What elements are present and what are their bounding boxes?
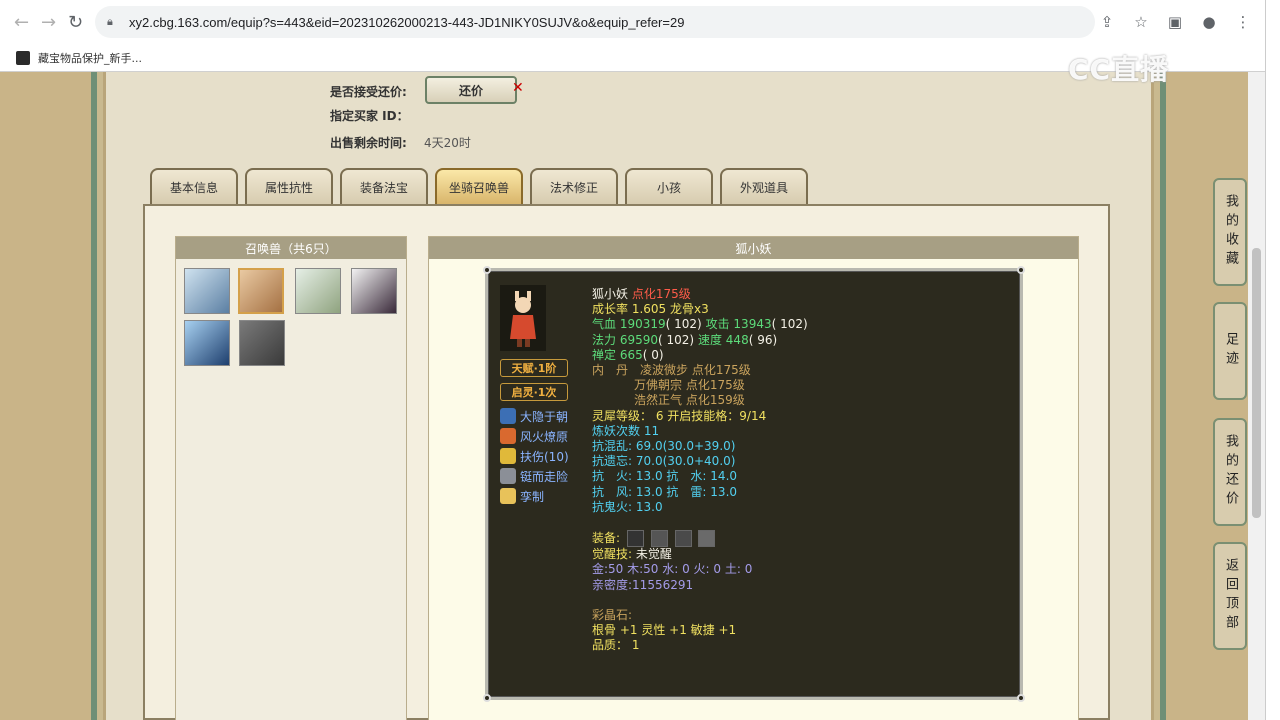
- remaining-time-label: 出售剩余时间:: [330, 136, 407, 150]
- share-icon[interactable]: ⇪: [1095, 10, 1119, 34]
- my-favorites-button[interactable]: 我的收藏: [1213, 178, 1247, 286]
- neidan-line: 内 丹 凌波微步 点化175级: [592, 363, 751, 378]
- page-scrollbar[interactable]: [1248, 72, 1265, 720]
- pet-thumbnail[interactable]: [184, 268, 230, 314]
- skill-icon: [500, 488, 516, 504]
- mp-spd-line: 法力 69590( 102) 速度 448( 96): [592, 332, 778, 347]
- resist-ghost-line: 抗鬼火: 13.0: [592, 499, 663, 514]
- tab-content: 召唤兽（共6只） 狐小妖 天赋·1阶 启灵·1次 大隐于朝 风火燎原 扶伤(10…: [143, 204, 1110, 720]
- pet-thumbnail-selected[interactable]: [238, 268, 284, 314]
- profile-icon[interactable]: ●: [1197, 10, 1221, 34]
- resist-wind-thunder-line: 抗 风: 13.0 抗 雷: 13.0: [592, 484, 738, 499]
- corner-ornament-icon: [483, 694, 491, 702]
- bookmark-favicon-icon: [16, 50, 30, 65]
- skill-icon: [500, 428, 516, 444]
- cha-line: 禅定 665( 0): [592, 347, 664, 362]
- reload-icon[interactable]: ↻: [62, 8, 89, 36]
- neidan-line: 万佛朝宗 点化175级: [634, 378, 745, 393]
- tab-attributes[interactable]: 属性抗性: [245, 168, 333, 204]
- neidan-line: 浩然正气 点化159级: [634, 393, 745, 408]
- equip-slot-icon[interactable]: [698, 530, 716, 548]
- page: 是否接受还价: 还价 ✕ 指定买家 ID： 出售剩余时间: 4天20时 基本信息…: [0, 72, 1265, 720]
- scrollbar-thumb[interactable]: [1252, 248, 1261, 518]
- remaining-time-value: 4天20时: [424, 136, 471, 150]
- hp-atk-line: 气血 190319( 102) 攻击 13943( 102): [592, 317, 808, 332]
- tab-mounts-pets[interactable]: 坐骑召唤兽: [435, 168, 523, 204]
- crystal-value: 根骨 +1 灵性 +1 敏捷 +1: [592, 623, 737, 638]
- pet-avatar: [500, 285, 546, 351]
- pet-name: 狐小妖: [592, 287, 629, 301]
- counter-offer-button[interactable]: 还价: [425, 76, 517, 104]
- tab-basic-info[interactable]: 基本信息: [150, 168, 238, 204]
- skill-icon: [500, 468, 516, 484]
- corner-ornament-icon: [1017, 694, 1025, 702]
- quality-line: 品质： 1: [592, 638, 640, 653]
- growth-line: 成长率 1.605 龙骨x3: [592, 302, 709, 317]
- back-to-top-button[interactable]: 返回顶部: [1213, 542, 1247, 650]
- address-row: ← → ↻ 🔒︎ xy2.cbg.163.com/equip?s=443&eid…: [0, 0, 1265, 44]
- tab-children[interactable]: 小孩: [625, 168, 713, 204]
- accept-counter-label: 是否接受还价:: [330, 85, 407, 99]
- footprint-button[interactable]: 足迹: [1213, 302, 1247, 400]
- spirit-badge: 启灵·1次: [500, 383, 568, 401]
- left-decoration: [0, 72, 97, 720]
- spirit-level-line: 灵犀等级： 6 开启技能格：9/14: [592, 408, 767, 423]
- pet-detail-header: 狐小妖: [429, 237, 1078, 259]
- pet-detail-panel: 狐小妖 天赋·1阶 启灵·1次 大隐于朝 风火燎原 扶伤(10) 铤而走险 孪制…: [428, 236, 1079, 720]
- elements-line: 金:50 木:50 水: 0 火: 0 土: 0: [592, 562, 753, 577]
- back-icon[interactable]: ←: [8, 8, 35, 36]
- crystal-label: 彩晶石:: [592, 608, 633, 623]
- tab-appearance[interactable]: 外观道具: [720, 168, 808, 204]
- bookmark-item[interactable]: 藏宝物品保护_新手...: [38, 50, 142, 66]
- my-counter-offers-button[interactable]: 我的还价: [1213, 418, 1247, 526]
- sidebar-icon[interactable]: ▣: [1163, 10, 1187, 34]
- equip-line: 装备:: [592, 530, 1012, 548]
- pet-thumbnail[interactable]: [184, 320, 230, 366]
- pet-stats: 狐小妖 点化175级 成长率 1.605 龙骨x3 气血 190319( 102…: [592, 287, 1012, 654]
- awaken-line: 觉醒技: 未觉醒: [592, 547, 672, 562]
- adjacent-window-edge: [1265, 0, 1280, 720]
- tab-equipment[interactable]: 装备法宝: [340, 168, 428, 204]
- detail-tabs: 基本信息 属性抗性 装备法宝 坐骑召唤兽 法术修正 小孩 外观道具: [150, 168, 808, 204]
- browser-toolbar: ⇪ ☆ ▣ ● ⋮: [1095, 10, 1265, 34]
- equip-slot-icon[interactable]: [650, 530, 668, 548]
- skill-item[interactable]: 风火燎原: [500, 427, 568, 445]
- skill-icon: [500, 408, 516, 424]
- skill-item[interactable]: 孪制: [500, 487, 544, 505]
- pet-list-header: 召唤兽（共6只）: [176, 237, 406, 259]
- pet-thumbnail[interactable]: [239, 320, 285, 366]
- resist-fire-water-line: 抗 火: 13.0 抗 水: 14.0: [592, 469, 738, 484]
- corner-ornament-icon: [1017, 266, 1025, 274]
- skill-item[interactable]: 铤而走险: [500, 467, 568, 485]
- resist-chaos-line: 抗混乱: 69.0(30.0+39.0): [592, 439, 736, 454]
- bookmark-star-icon[interactable]: ☆: [1129, 10, 1153, 34]
- forward-icon[interactable]: →: [35, 8, 62, 36]
- skill-icon: [500, 448, 516, 464]
- pet-level: 点化175级: [631, 287, 691, 301]
- talent-badge: 天赋·1阶: [500, 359, 568, 377]
- equip-slot-icon[interactable]: [674, 530, 692, 548]
- disabled-x-icon: ✕: [512, 80, 524, 96]
- tab-spell-mods[interactable]: 法术修正: [530, 168, 618, 204]
- equip-slot-icon[interactable]: [626, 530, 644, 548]
- url-text[interactable]: xy2.cbg.163.com/equip?s=443&eid=20231026…: [129, 15, 684, 30]
- site-info-icon[interactable]: 🔒︎: [107, 15, 121, 29]
- pet-list-panel: 召唤兽（共6只）: [175, 236, 407, 720]
- intimacy-line: 亲密度:11556291: [592, 577, 694, 592]
- buyer-id-label: 指定买家 ID：: [330, 109, 409, 123]
- stream-watermark: CC直播: [1068, 53, 1170, 86]
- refine-line: 炼妖次数 11: [592, 423, 660, 438]
- pet-thumbnail[interactable]: [351, 268, 397, 314]
- menu-icon[interactable]: ⋮: [1231, 10, 1255, 34]
- skill-item[interactable]: 大隐于朝: [500, 407, 568, 425]
- corner-ornament-icon: [483, 266, 491, 274]
- pet-thumbnail[interactable]: [295, 268, 341, 314]
- address-bar[interactable]: 🔒︎ xy2.cbg.163.com/equip?s=443&eid=20231…: [95, 6, 1095, 38]
- pet-stat-card: 天赋·1阶 启灵·1次 大隐于朝 风火燎原 扶伤(10) 铤而走险 孪制 狐小妖…: [483, 266, 1025, 702]
- skill-item[interactable]: 扶伤(10): [500, 447, 569, 465]
- resist-forget-line: 抗遗忘: 70.0(30.0+40.0): [592, 454, 736, 469]
